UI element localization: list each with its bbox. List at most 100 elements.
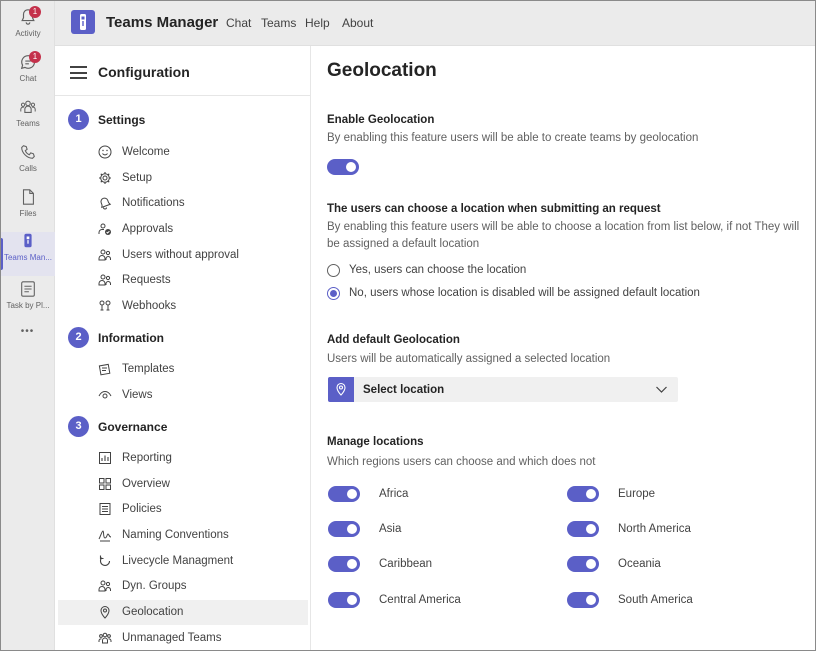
nav-label: Templates [122, 363, 175, 375]
team-group-icon [98, 632, 112, 644]
region-label-north-america: North America [618, 523, 691, 535]
nav-item-webhooks[interactable]: Webhooks [58, 294, 308, 319]
enable-geolocation-description: By enabling this feature users will be a… [327, 132, 699, 144]
people-check-icon [98, 223, 111, 235]
nav-item-livecycle-managment[interactable]: Livecycle Managment [58, 549, 308, 574]
phone-icon [20, 145, 35, 159]
rail-item-files[interactable]: Files [0, 188, 55, 232]
bell-ring-icon [100, 197, 112, 210]
nav-item-requests[interactable]: Requests [58, 268, 308, 293]
nav-item-welcome[interactable]: Welcome [58, 140, 308, 165]
nav-item-policies[interactable]: Policies [58, 497, 308, 522]
region-toggle-central-america[interactable] [328, 592, 360, 608]
nav-item-views[interactable]: Views [58, 383, 308, 408]
nav-item-notifications[interactable]: Notifications [58, 191, 308, 216]
hamburger-menu-icon[interactable] [70, 66, 87, 79]
rail-item-task[interactable]: Task by Pl... [0, 280, 55, 324]
nav-item-approvals[interactable]: Approvals [58, 217, 308, 242]
region-label-asia: Asia [379, 523, 402, 535]
nav-label: Naming Conventions [122, 529, 229, 541]
rail-label: Teams Man... [3, 253, 52, 262]
nav-item-geolocation[interactable]: Geolocation [58, 600, 308, 625]
region-toggle-oceania[interactable] [567, 556, 599, 572]
signature-icon [98, 530, 112, 542]
configuration-title: Configuration [98, 64, 190, 80]
nav-item-naming-conventions[interactable]: Naming Conventions [58, 523, 308, 548]
chevron-down-icon [656, 386, 667, 393]
rail-item-activity[interactable]: 1 Activity [0, 6, 55, 52]
people-request-icon [98, 274, 111, 286]
section-title: Settings [98, 113, 146, 127]
region-label-south-america: South America [618, 594, 693, 606]
group-icon [98, 580, 111, 592]
nav-label: Requests [122, 274, 171, 286]
nav-item-users-without-approval[interactable]: Users without approval [58, 243, 308, 268]
rail-label: Teams [16, 119, 40, 128]
page-title: Geolocation [327, 60, 437, 81]
enable-geolocation-toggle[interactable] [327, 159, 359, 175]
list-icon [99, 503, 111, 515]
rail-label: Chat [19, 74, 37, 83]
nav-item-overview[interactable]: Overview [58, 472, 308, 497]
region-label-africa: Africa [379, 488, 409, 500]
chart-icon [99, 452, 111, 464]
geolocation-page: Geolocation Enable Geolocation By enabli… [311, 46, 816, 651]
task-icon [20, 281, 35, 297]
rail-item-calls[interactable]: Calls [0, 143, 55, 187]
nav-link-teams[interactable]: Teams [261, 16, 296, 30]
enable-geolocation-title: Enable Geolocation [327, 114, 435, 126]
nav-link-chat[interactable]: Chat [226, 16, 251, 30]
rail-item-teams[interactable]: Teams [0, 98, 55, 142]
nav-label: Dyn. Groups [122, 580, 187, 592]
rail-item-teams-manager[interactable]: Teams Man... [0, 232, 55, 276]
default-geolocation-description: Users will be automatically assigned a s… [327, 353, 611, 365]
grid-icon [99, 478, 111, 490]
radio-label: No, users whose location is disabled wil… [349, 287, 700, 299]
template-icon [98, 363, 111, 376]
choose-location-description-2: be assigned a default location [327, 238, 480, 250]
region-toggle-africa[interactable] [328, 486, 360, 502]
manage-locations-title: Manage locations [327, 436, 424, 448]
nav-link-about[interactable]: About [342, 16, 373, 30]
nav-link-help[interactable]: Help [305, 16, 330, 30]
nav-item-setup[interactable]: Setup [58, 166, 308, 191]
nav-label: Webhooks [122, 300, 177, 312]
configuration-panel: Configuration 1 Settings Welcome Setup N… [55, 46, 311, 651]
step-number: 2 [68, 327, 89, 348]
choose-location-description: By enabling this feature users will be a… [327, 221, 800, 233]
section-title: Information [98, 331, 164, 345]
nav-item-unmanaged-teams[interactable]: Unmanaged Teams [58, 626, 308, 651]
smiley-icon [98, 145, 112, 159]
nav-item-reporting[interactable]: Reporting [58, 446, 308, 471]
file-icon [22, 189, 34, 205]
nav-label: Users without approval [122, 249, 239, 261]
rail-item-chat[interactable]: 1 Chat [0, 51, 55, 97]
more-apps-button[interactable]: ••• [0, 326, 55, 337]
eye-icon [98, 390, 112, 399]
region-toggle-europe[interactable] [567, 486, 599, 502]
app-title: Teams Manager [106, 14, 219, 31]
radio-button[interactable] [327, 264, 340, 277]
region-toggle-north-america[interactable] [567, 521, 599, 537]
nav-label: Notifications [122, 197, 185, 209]
chat-badge: 1 [29, 51, 41, 63]
app-logo-icon [71, 10, 95, 34]
location-select-dropdown[interactable]: Select location [328, 377, 678, 402]
region-toggle-caribbean[interactable] [328, 556, 360, 572]
nav-item-dyn-groups[interactable]: Dyn. Groups [58, 574, 308, 599]
configuration-header: Configuration [55, 46, 311, 96]
nav-item-templates[interactable]: Templates [58, 357, 308, 382]
app-rail: 1 Activity 1 Chat Teams Calls Files Team… [0, 0, 55, 651]
region-toggle-asia[interactable] [328, 521, 360, 537]
top-bar: Teams Manager Chat Teams Help About [55, 0, 816, 46]
radio-button-checked[interactable] [327, 287, 340, 300]
nav-label: Overview [122, 478, 170, 490]
nav-label: Policies [122, 503, 162, 515]
region-toggle-south-america[interactable] [567, 592, 599, 608]
nav-label: Livecycle Managment [122, 555, 234, 567]
rail-label: Activity [15, 29, 41, 38]
step-number: 1 [68, 109, 89, 130]
location-pin-icon [328, 377, 354, 402]
region-label-oceania: Oceania [618, 558, 661, 570]
people-icon [98, 249, 111, 261]
